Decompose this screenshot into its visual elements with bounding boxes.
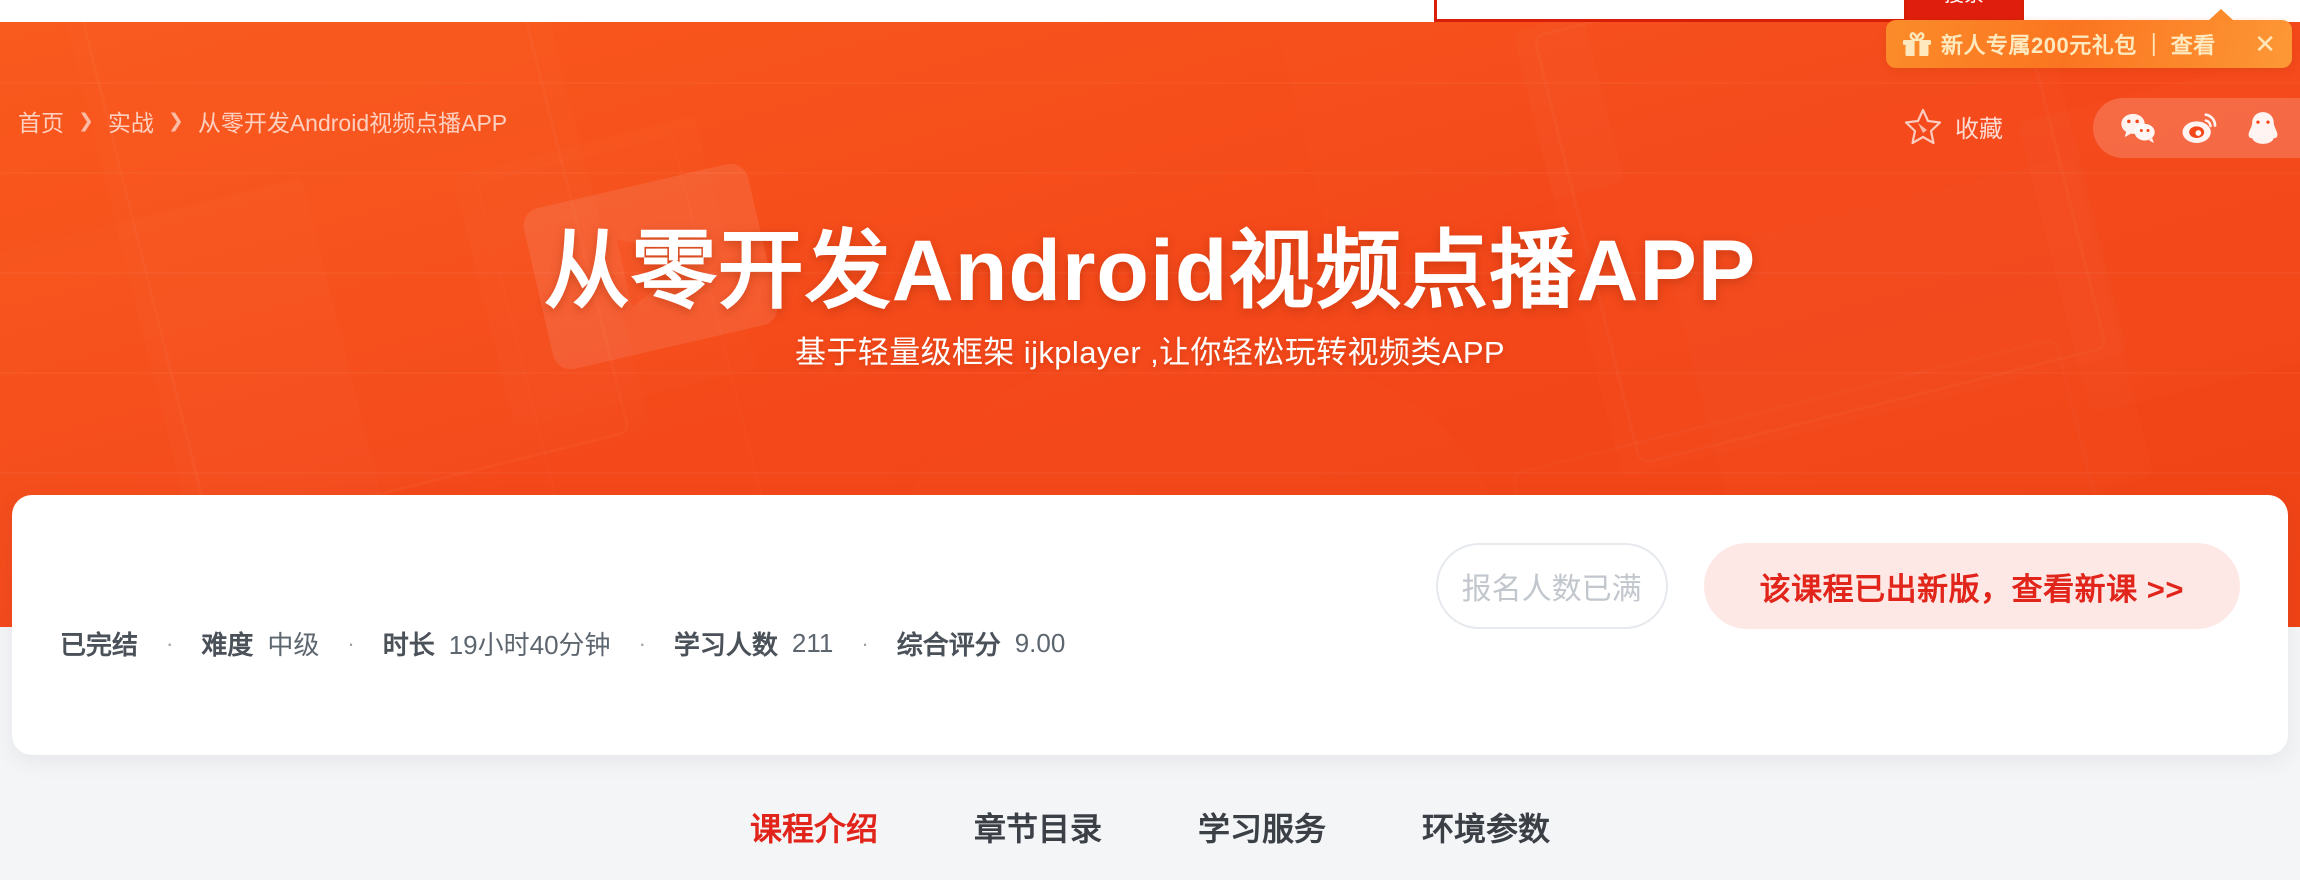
weibo-icon[interactable]: [2180, 108, 2220, 148]
breadcrumb-item-home[interactable]: 首页: [18, 104, 64, 138]
share-panel: [2093, 98, 2300, 158]
promo-text: 新人专属200元礼包: [1941, 33, 2137, 58]
qq-icon[interactable]: [2243, 108, 2283, 148]
promo-action-link[interactable]: 查看: [2171, 28, 2216, 60]
page-title: 从零开发Android视频点播APP: [543, 223, 1757, 319]
enroll-full-button[interactable]: 报名人数已满: [1435, 543, 1668, 629]
meta-separator-dot: ·: [638, 630, 646, 656]
search-bar: 搜索: [1434, 0, 2024, 22]
gift-icon: [1903, 32, 1931, 56]
tab-environment-params[interactable]: 环境参数: [1422, 804, 1550, 856]
learners-label: 学习人数: [673, 630, 778, 660]
breadcrumb-item-category[interactable]: 实战: [108, 104, 154, 138]
breadcrumb: 首页 ❯ 实战 ❯ 从零开发Android视频点播APP: [18, 104, 507, 138]
learners-value: 211: [791, 628, 834, 658]
star-icon: [1904, 108, 1942, 145]
page-root: 搜索: [0, 0, 2300, 880]
duration-label: 时长: [382, 630, 435, 660]
tab-chapter-list[interactable]: 章节目录: [974, 804, 1102, 856]
meta-separator-dot: ·: [166, 630, 174, 656]
view-new-course-button[interactable]: 该课程已出新版，查看新课 >>: [1703, 543, 2240, 629]
tab-learning-service[interactable]: 学习服务: [1198, 804, 1326, 856]
breadcrumb-separator-icon: ❯: [78, 110, 94, 132]
promo-banner[interactable]: 新人专属200元礼包 ｜ 查看 ✕: [1886, 9, 2292, 68]
duration-value: 19小时40分钟: [448, 630, 611, 660]
course-tabs: 课程介绍 章节目录 学习服务 环境参数: [0, 780, 2300, 880]
search-input[interactable]: [1434, 0, 1904, 22]
meta-separator-dot: ·: [347, 630, 355, 656]
breadcrumb-item-current: 从零开发Android视频点播APP: [197, 110, 508, 136]
search-button[interactable]: 搜索: [1904, 0, 2024, 22]
meta-separator-dot: ·: [861, 630, 869, 656]
difficulty-label: 难度: [201, 630, 254, 660]
page-subtitle: 基于轻量级框架 ijkplayer ,让你轻松玩转视频类APP: [795, 335, 1505, 370]
rating-label: 综合评分: [896, 630, 1001, 660]
course-status: 已完结: [60, 630, 139, 660]
favorite-button[interactable]: 收藏: [1903, 106, 2003, 146]
rating-value: 9.00: [1014, 628, 1066, 658]
close-icon[interactable]: ✕: [2242, 31, 2276, 57]
course-meta-bar: 已完结 · 难度 中级 · 时长 19小时40分钟 · 学习人数 211 · 综…: [60, 625, 1065, 662]
breadcrumb-separator-icon: ❯: [167, 110, 184, 132]
tab-course-intro[interactable]: 课程介绍: [750, 804, 878, 856]
favorite-label: 收藏: [1955, 115, 2003, 143]
promo-separator: ｜: [2142, 33, 2165, 58]
difficulty-value: 中级: [267, 630, 320, 660]
course-actions: 报名人数已满 该课程已出新版，查看新课 >>: [1435, 543, 2240, 629]
course-info-card: 已完结 · 难度 中级 · 时长 19小时40分钟 · 学习人数 211 · 综…: [12, 495, 2288, 755]
wechat-icon[interactable]: [2118, 108, 2158, 148]
